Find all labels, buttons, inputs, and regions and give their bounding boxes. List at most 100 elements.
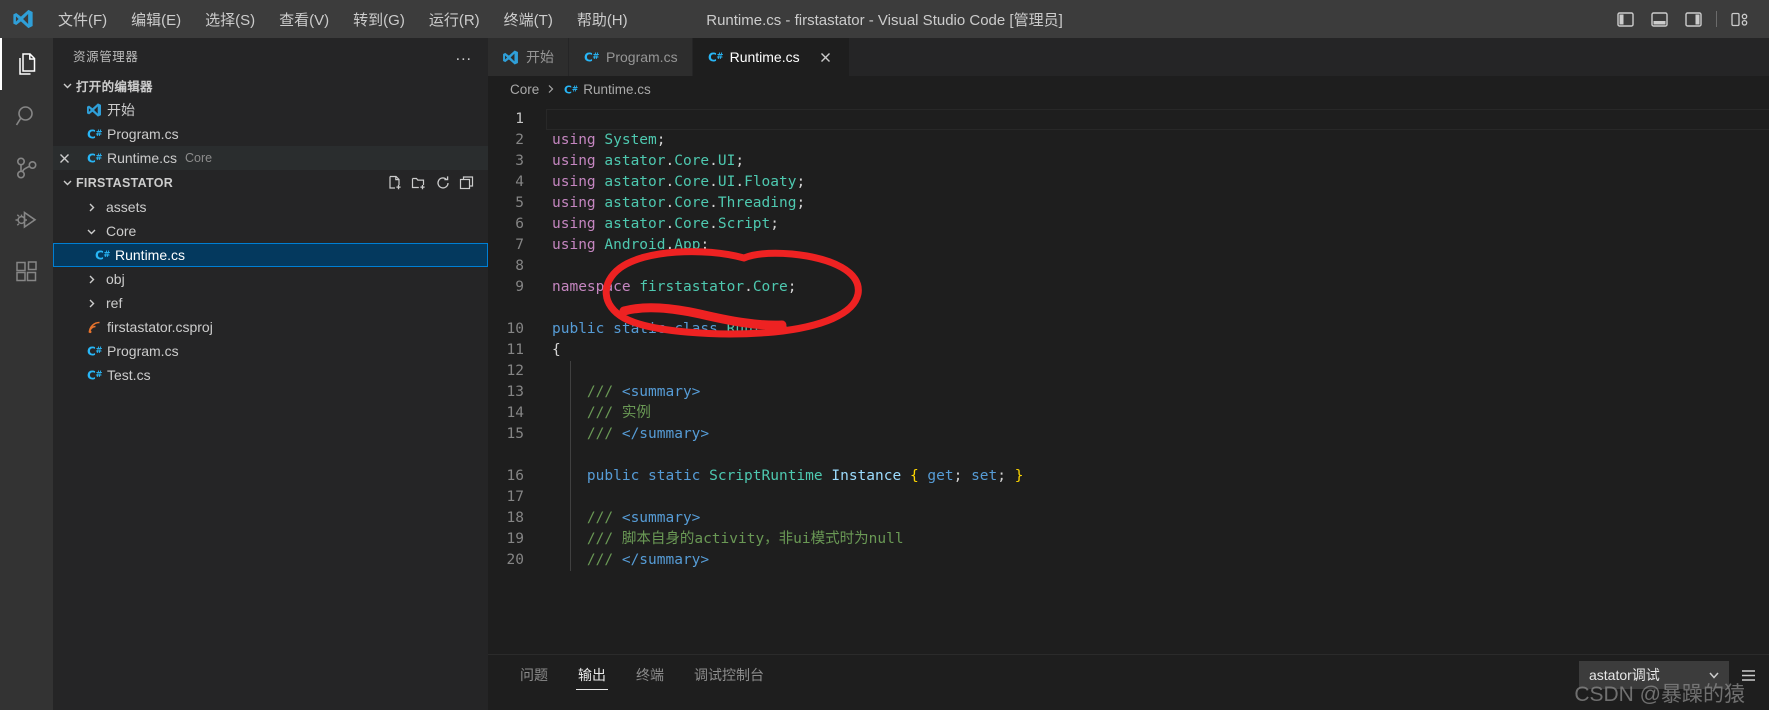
breadcrumb-item-runtime-cs[interactable]: C # Runtime.cs xyxy=(563,82,651,97)
tree-item-program-cs[interactable]: C # Program.cs xyxy=(53,339,488,363)
tab-runtime-cs[interactable]: C # Runtime.cs xyxy=(692,38,850,76)
code-token: set xyxy=(971,468,998,484)
csharp-icon: C # xyxy=(83,126,105,142)
code-text: /// 脚本自身的activity，非ui模式时为null xyxy=(546,529,1769,550)
code-token: System xyxy=(604,132,657,148)
menu-edit[interactable]: 编辑(E) xyxy=(119,0,193,38)
tree-item-csproj[interactable]: firstastator.csproj xyxy=(53,315,488,339)
tree-item-ref[interactable]: ref xyxy=(53,291,488,315)
tree-item-test-cs[interactable]: C # Test.cs xyxy=(53,363,488,387)
tree-item-obj[interactable]: obj xyxy=(53,267,488,291)
line-number: 9 xyxy=(515,279,524,295)
toggle-primary-sidebar-icon[interactable] xyxy=(1610,6,1640,32)
menu-file[interactable]: 文件(F) xyxy=(46,0,119,38)
code-line: 3 using astator.Core.UI; xyxy=(488,151,1769,172)
code-text: namespace firstastator.Core; xyxy=(546,277,1769,298)
open-editor-item-active[interactable]: C # Runtime.cs Core xyxy=(53,146,488,170)
menu-terminal[interactable]: 终端(T) xyxy=(492,0,565,38)
output-channel-value: astator调试 xyxy=(1589,667,1660,683)
panel-tab-terminal[interactable]: 终端 xyxy=(624,658,676,692)
open-editor-item[interactable]: 开始 xyxy=(53,98,488,122)
chevron-down-icon xyxy=(1707,668,1721,682)
section-workspace[interactable]: FIRSTASTATOR xyxy=(53,170,488,195)
toggle-panel-icon[interactable] xyxy=(1644,6,1674,32)
code-lines: 1 2 using System; 3 using astator.Core.UI; 4 u… xyxy=(488,102,1769,654)
tab-label: Program.cs xyxy=(606,49,678,65)
menu-go[interactable]: 转到(G) xyxy=(341,0,417,38)
window-body: 资源管理器 ... 打开的编辑器 开始 C # Program.cs C # R… xyxy=(0,38,1769,710)
code-token: . xyxy=(665,237,675,253)
activity-extensions[interactable] xyxy=(0,246,53,298)
code-token: public xyxy=(552,321,614,337)
tab-welcome[interactable]: 开始 xyxy=(488,38,569,76)
line-number: 17 xyxy=(506,489,524,505)
toggle-secondary-sidebar-icon[interactable] xyxy=(1678,6,1708,32)
code-token: ; xyxy=(770,216,780,232)
breadcrumb-label: Runtime.cs xyxy=(583,81,651,97)
code-line: 6 using astator.Core.Script; xyxy=(488,214,1769,235)
activity-run-debug[interactable] xyxy=(0,194,53,246)
new-folder-icon[interactable] xyxy=(408,172,430,194)
line-number: 7 xyxy=(515,237,524,253)
code-token: Core xyxy=(674,174,710,190)
code-line: 8 xyxy=(488,256,1769,277)
panel-tab-problems[interactable]: 问题 xyxy=(508,658,560,692)
code-token: } xyxy=(1014,468,1024,484)
line-number: 20 xyxy=(506,552,524,568)
refresh-explorer-icon[interactable] xyxy=(432,172,454,194)
activity-search[interactable] xyxy=(0,90,53,142)
code-text: /// 实例 xyxy=(546,403,1769,424)
code-token: Core xyxy=(674,216,710,232)
code-editor[interactable]: 1 2 using System; 3 using astator.Core.UI; 4 u… xyxy=(488,102,1769,654)
code-token: namespace xyxy=(552,279,640,295)
sidebar-title-bar: 资源管理器 ... xyxy=(53,38,488,73)
indent-guide xyxy=(570,550,571,571)
code-token: . xyxy=(744,279,753,295)
code-token: ; xyxy=(796,195,806,211)
code-text: /// </summary> xyxy=(546,550,1769,571)
panel-views-icon[interactable] xyxy=(1735,662,1761,688)
panel-tab-output[interactable]: 输出 xyxy=(566,658,618,692)
code-text: using System; xyxy=(546,130,1769,151)
panel-tab-debug-console[interactable]: 调试控制台 xyxy=(682,658,776,692)
code-token: astator xyxy=(604,174,666,190)
collapse-folders-icon[interactable] xyxy=(456,172,478,194)
activity-source-control[interactable] xyxy=(0,142,53,194)
menu-help[interactable]: 帮助(H) xyxy=(565,0,640,38)
output-channel-select[interactable]: astator调试 xyxy=(1579,661,1729,689)
code-token: astator xyxy=(604,195,666,211)
panel-tab-bar: 问题 输出 终端 调试控制台 xyxy=(488,655,776,695)
csharp-icon: C # xyxy=(91,247,113,263)
code-text: using astator.Core.Script; xyxy=(546,214,1769,235)
activity-explorer[interactable] xyxy=(0,38,53,90)
menu-selection[interactable]: 选择(S) xyxy=(193,0,267,38)
breadcrumb-item-core[interactable]: Core xyxy=(510,82,539,97)
tab-program-cs[interactable]: C # Program.cs xyxy=(569,38,693,76)
activity-bar xyxy=(0,38,53,710)
code-token: UI xyxy=(717,174,736,190)
tree-item-label: Program.cs xyxy=(107,343,179,359)
tree-item-core[interactable]: Core xyxy=(53,219,488,243)
close-icon[interactable] xyxy=(817,48,835,66)
code-token: static xyxy=(648,468,710,484)
line-number: 15 xyxy=(506,426,524,442)
new-file-icon[interactable] xyxy=(384,172,406,194)
code-line: 9 namespace firstastator.Core; xyxy=(488,277,1769,298)
section-open-editors[interactable]: 打开的编辑器 xyxy=(53,73,488,98)
customize-layout-icon[interactable] xyxy=(1725,6,1755,32)
menu-view[interactable]: 查看(V) xyxy=(267,0,341,38)
tree-item-assets[interactable]: assets xyxy=(53,195,488,219)
tree-item-runtime-cs[interactable]: C # Runtime.cs xyxy=(53,243,488,267)
close-icon[interactable] xyxy=(53,152,75,165)
code-text: using astator.Core.UI; xyxy=(546,151,1769,172)
sidebar-more-actions-icon[interactable]: ... xyxy=(448,47,480,65)
indent-guide xyxy=(570,424,571,445)
code-text: using astator.Core.UI.Floaty; xyxy=(546,172,1769,193)
menu-run[interactable]: 运行(R) xyxy=(417,0,492,38)
code-token: ; xyxy=(953,468,972,484)
open-editor-item[interactable]: C # Program.cs xyxy=(53,122,488,146)
chevron-down-icon xyxy=(83,223,100,240)
indent-guide xyxy=(570,487,571,508)
code-token: /// xyxy=(586,426,622,442)
